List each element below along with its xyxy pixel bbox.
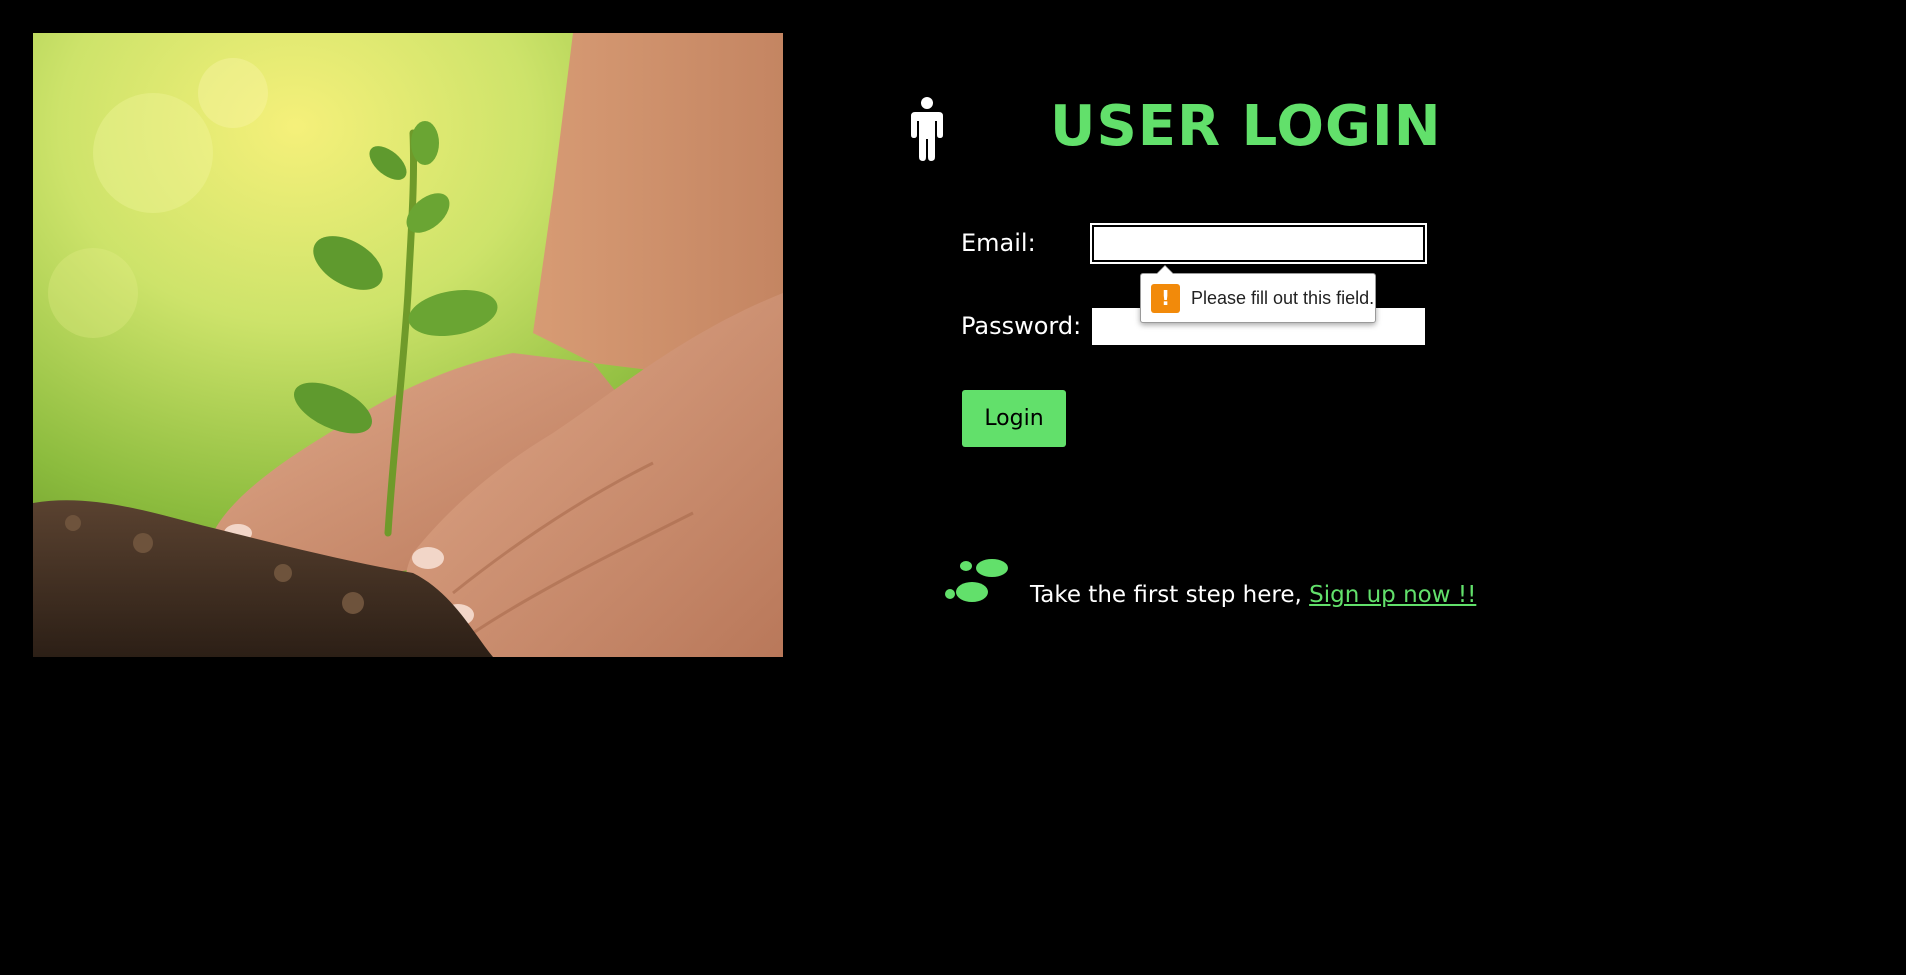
footsteps-icon [945,553,1011,607]
signup-link[interactable]: Sign up now !! [1309,582,1476,608]
email-label: Email: [961,229,1036,257]
tooltip-arrow [1156,265,1174,274]
warning-icon: ! [1151,283,1180,313]
seedling-illustration [33,33,783,657]
login-button[interactable]: Login [962,390,1066,447]
hero-image [33,33,783,657]
person-icon [905,95,949,161]
email-field[interactable] [1092,225,1425,262]
password-label: Password: [961,312,1082,340]
validation-tooltip: ! Please fill out this field. [1140,265,1376,323]
signup-row: Take the first step here, Sign up now !! [1030,580,1476,610]
validation-message: Please fill out this field. [1191,287,1375,308]
page-title: USER LOGIN [1050,94,1442,159]
signup-prompt: Take the first step here, [1030,582,1302,608]
